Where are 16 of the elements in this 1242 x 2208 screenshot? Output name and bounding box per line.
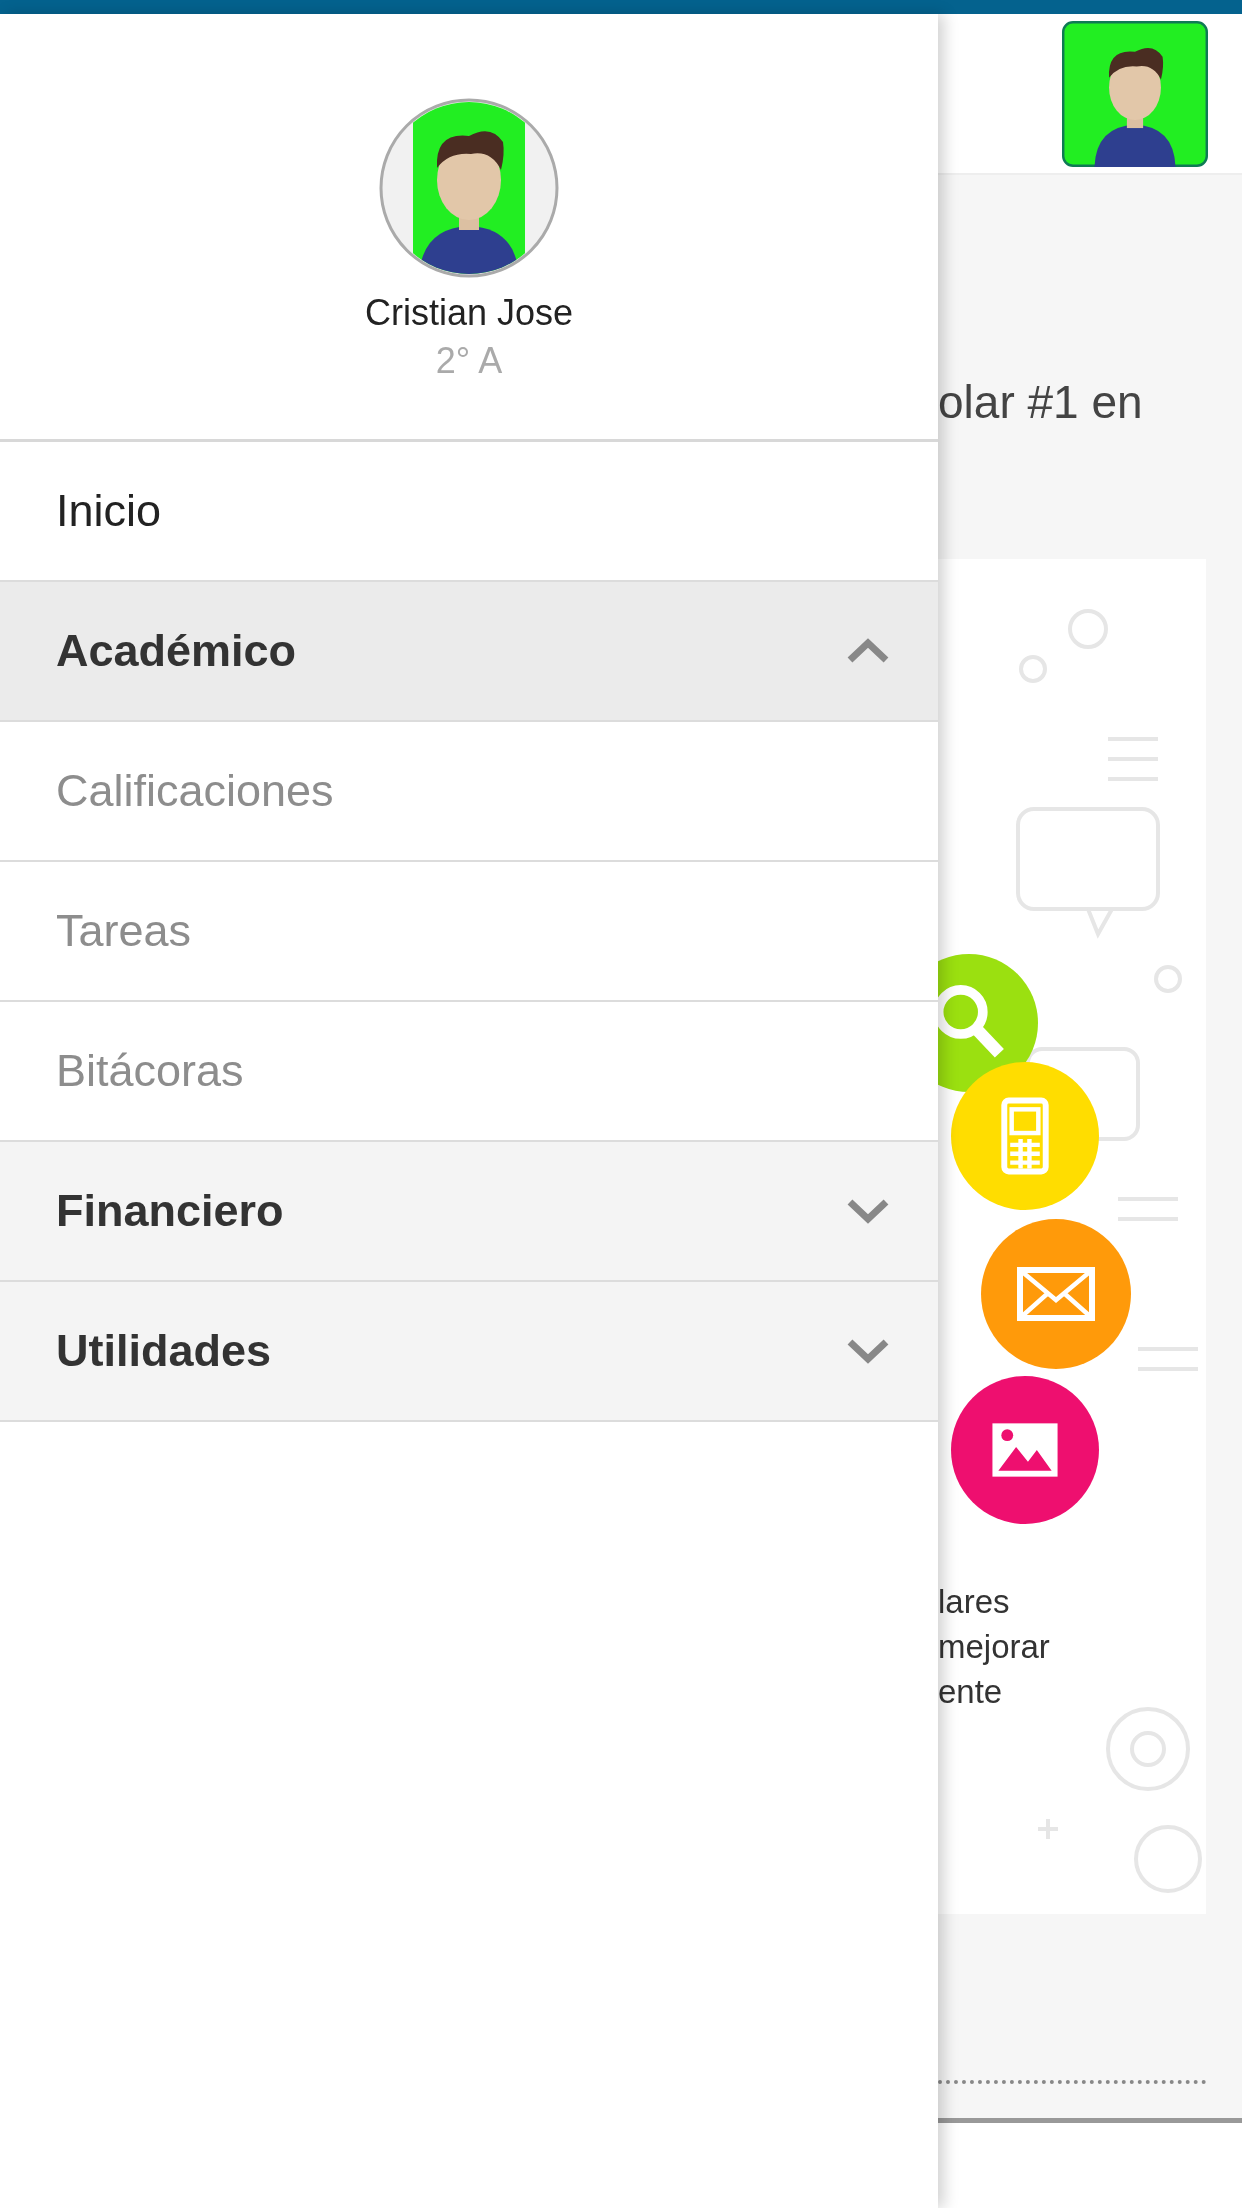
- menu-section[interactable]: Académico: [0, 582, 938, 722]
- menu-section[interactable]: Utilidades: [0, 1282, 938, 1422]
- phone-icon: [1001, 1097, 1049, 1175]
- page-heading: olar #1 en: [938, 375, 1144, 430]
- menu-item[interactable]: Inicio: [0, 442, 938, 582]
- body-text-line: ente: [938, 1672, 1004, 1712]
- user-group: 2° A: [435, 340, 503, 382]
- avatar-icon: [379, 98, 559, 278]
- menu-section[interactable]: Financiero: [0, 1142, 938, 1282]
- envelope-icon: [1017, 1267, 1095, 1321]
- avatar-icon[interactable]: [1062, 20, 1208, 167]
- user-name: Cristian Jose: [364, 292, 574, 334]
- search-icon: [938, 985, 1004, 1058]
- body-text-line: mejorar: [938, 1627, 1050, 1667]
- image-icon: [992, 1423, 1058, 1477]
- body-text-line: lares: [938, 1582, 1011, 1622]
